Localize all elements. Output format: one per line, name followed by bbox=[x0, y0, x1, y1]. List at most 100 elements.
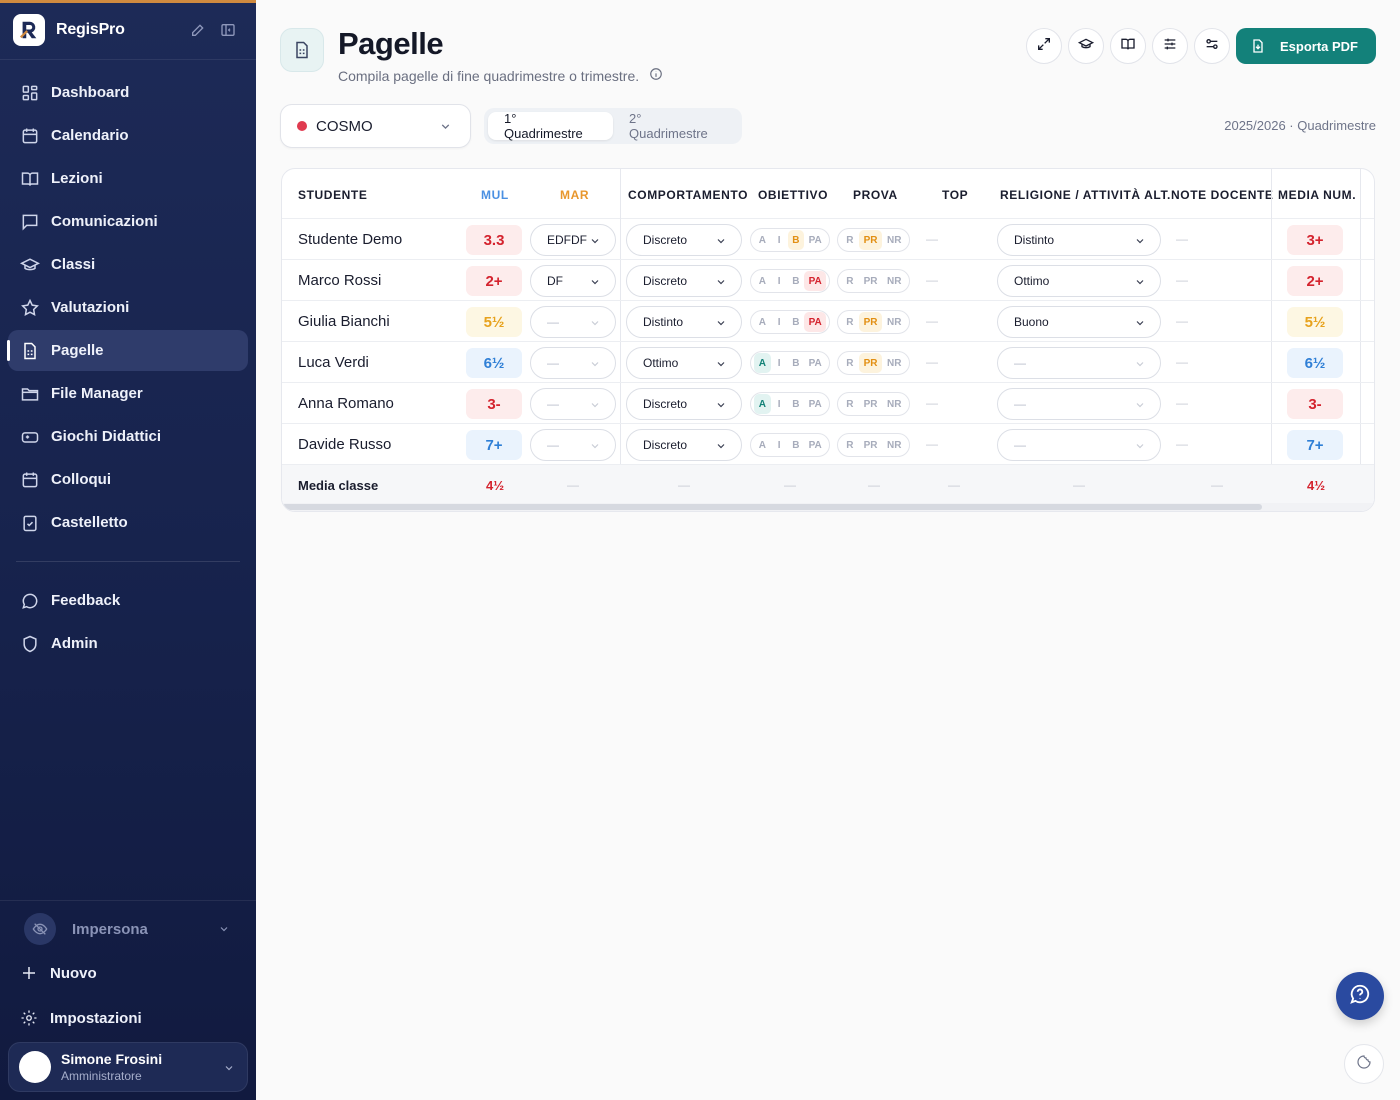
sidebar-item-pagelle[interactable]: Pagelle bbox=[7, 330, 248, 371]
top-cell[interactable]: — bbox=[926, 273, 938, 287]
behavior-select[interactable]: Ottimo bbox=[626, 347, 742, 379]
behavior-select[interactable]: Discreto bbox=[626, 224, 742, 256]
objective-option[interactable]: A bbox=[754, 435, 771, 455]
tab-secondo-quadrimestre[interactable]: 2° Quadrimestre bbox=[613, 111, 738, 141]
top-cell[interactable]: — bbox=[926, 355, 938, 369]
objective-option[interactable]: B bbox=[788, 312, 805, 332]
user-menu[interactable]: Simone Frosini Amministratore bbox=[8, 1042, 248, 1092]
objective-option[interactable]: B bbox=[788, 353, 805, 373]
settings-button[interactable]: Impostazioni bbox=[20, 1009, 142, 1027]
objective-option[interactable]: A bbox=[754, 271, 771, 291]
objective-option[interactable]: PA bbox=[804, 394, 826, 414]
objective-option[interactable]: PA bbox=[804, 271, 826, 291]
behavior-select[interactable]: Discreto bbox=[626, 265, 742, 297]
guide-button[interactable] bbox=[1109, 28, 1146, 64]
test-option[interactable]: NR bbox=[882, 230, 906, 250]
grade-mul[interactable]: 6½ bbox=[466, 348, 522, 378]
edit-icon[interactable] bbox=[190, 22, 206, 38]
behavior-select[interactable]: Discreto bbox=[626, 429, 742, 461]
top-cell[interactable]: — bbox=[926, 396, 938, 410]
impersona-select[interactable]: Impersona bbox=[24, 912, 234, 946]
classes-button[interactable] bbox=[1067, 28, 1104, 64]
test-option[interactable]: R bbox=[841, 394, 859, 414]
test-option[interactable]: R bbox=[841, 312, 859, 332]
test-option[interactable]: R bbox=[841, 435, 859, 455]
test-option[interactable]: NR bbox=[882, 312, 906, 332]
religion-select[interactable]: Buono bbox=[997, 306, 1161, 338]
test-option[interactable]: PR bbox=[859, 435, 883, 455]
objective-option[interactable]: PA bbox=[804, 435, 826, 455]
tab-primo-quadrimestre[interactable]: 1° Quadrimestre bbox=[488, 111, 613, 141]
test-option[interactable]: NR bbox=[882, 271, 906, 291]
objective-option[interactable]: PA bbox=[804, 230, 826, 250]
objective-option[interactable]: I bbox=[771, 353, 788, 373]
grade-mul[interactable]: 5½ bbox=[466, 307, 522, 337]
test-option[interactable]: R bbox=[841, 353, 859, 373]
sidebar-item-file-manager[interactable]: File Manager bbox=[8, 373, 248, 414]
collapse-sidebar-icon[interactable] bbox=[220, 22, 236, 38]
export-pdf-button[interactable]: Esporta PDF bbox=[1235, 28, 1376, 64]
test-option[interactable]: PR bbox=[859, 271, 883, 291]
brand[interactable]: RegisPro bbox=[13, 14, 125, 46]
test-option[interactable]: R bbox=[841, 230, 859, 250]
column-header-mar[interactable]: MAR bbox=[560, 188, 589, 202]
religion-select[interactable]: — bbox=[997, 388, 1161, 420]
column-header-prova[interactable]: PROVA bbox=[853, 188, 898, 202]
test-option[interactable]: PR bbox=[859, 394, 883, 414]
top-cell[interactable]: — bbox=[926, 232, 938, 246]
column-header-studente[interactable]: STUDENTE bbox=[298, 188, 367, 202]
top-cell[interactable]: — bbox=[926, 314, 938, 328]
grade-mar-select[interactable]: — bbox=[530, 388, 616, 420]
sidebar-item-admin[interactable]: Admin bbox=[8, 623, 248, 664]
sidebar-item-castelletto[interactable]: Castelletto bbox=[8, 502, 248, 543]
objective-option[interactable]: A bbox=[754, 230, 771, 250]
sidebar-item-feedback[interactable]: Feedback bbox=[8, 580, 248, 621]
objective-option[interactable]: A bbox=[754, 394, 771, 414]
teacher-note-cell[interactable]: — bbox=[1176, 355, 1188, 369]
scrollbar-thumb[interactable] bbox=[282, 504, 1262, 510]
objective-option[interactable]: B bbox=[788, 435, 805, 455]
sidebar-item-calendario[interactable]: Calendario bbox=[8, 115, 248, 156]
religion-select[interactable]: Distinto bbox=[997, 224, 1161, 256]
sidebar-item-giochi-didattici[interactable]: Giochi Didattici bbox=[8, 416, 248, 457]
grade-mar-select[interactable]: — bbox=[530, 306, 616, 338]
teacher-note-cell[interactable]: — bbox=[1176, 314, 1188, 328]
objective-option[interactable]: I bbox=[771, 394, 788, 414]
test-option[interactable]: NR bbox=[882, 435, 906, 455]
behavior-select[interactable]: Discreto bbox=[626, 388, 742, 420]
objective-option[interactable]: PA bbox=[804, 353, 826, 373]
teacher-note-cell[interactable]: — bbox=[1176, 437, 1188, 451]
objective-option[interactable]: A bbox=[754, 312, 771, 332]
grade-mul[interactable]: 7+ bbox=[466, 430, 522, 460]
objective-option[interactable]: I bbox=[771, 312, 788, 332]
filters-button[interactable] bbox=[1193, 28, 1230, 64]
sidebar-item-colloqui[interactable]: Colloqui bbox=[8, 459, 248, 500]
religion-select[interactable]: — bbox=[997, 347, 1161, 379]
test-option[interactable]: NR bbox=[882, 394, 906, 414]
behavior-select[interactable]: Distinto bbox=[626, 306, 742, 338]
religion-select[interactable]: Ottimo bbox=[997, 265, 1161, 297]
grade-mul[interactable]: 2+ bbox=[466, 266, 522, 296]
sidebar-item-comunicazioni[interactable]: Comunicazioni bbox=[8, 201, 248, 242]
objective-option[interactable]: A bbox=[754, 353, 771, 373]
column-header-mul[interactable]: MUL bbox=[481, 188, 509, 202]
grade-mar-select[interactable]: EDFDF bbox=[530, 224, 616, 256]
grade-mar-select[interactable]: — bbox=[530, 429, 616, 461]
grade-mar-select[interactable]: DF bbox=[530, 265, 616, 297]
objective-option[interactable]: I bbox=[771, 230, 788, 250]
columns-settings-button[interactable] bbox=[1151, 28, 1188, 64]
sidebar-item-valutazioni[interactable]: Valutazioni bbox=[8, 287, 248, 328]
grade-mul[interactable]: 3- bbox=[466, 389, 522, 419]
grade-mul[interactable]: 3.3 bbox=[466, 225, 522, 255]
fullscreen-button[interactable] bbox=[1025, 28, 1062, 64]
column-header-media[interactable]: MEDIA NUM. bbox=[1278, 188, 1356, 202]
new-button[interactable]: Nuovo bbox=[20, 964, 97, 982]
teacher-note-cell[interactable]: — bbox=[1176, 273, 1188, 287]
objective-option[interactable]: B bbox=[788, 394, 805, 414]
teacher-note-cell[interactable]: — bbox=[1176, 396, 1188, 410]
column-header-comportamento[interactable]: COMPORTAMENTO bbox=[628, 188, 748, 202]
sidebar-item-dashboard[interactable]: Dashboard bbox=[8, 72, 248, 113]
teacher-note-cell[interactable]: — bbox=[1176, 232, 1188, 246]
objective-option[interactable]: B bbox=[788, 271, 805, 291]
test-option[interactable]: R bbox=[841, 271, 859, 291]
